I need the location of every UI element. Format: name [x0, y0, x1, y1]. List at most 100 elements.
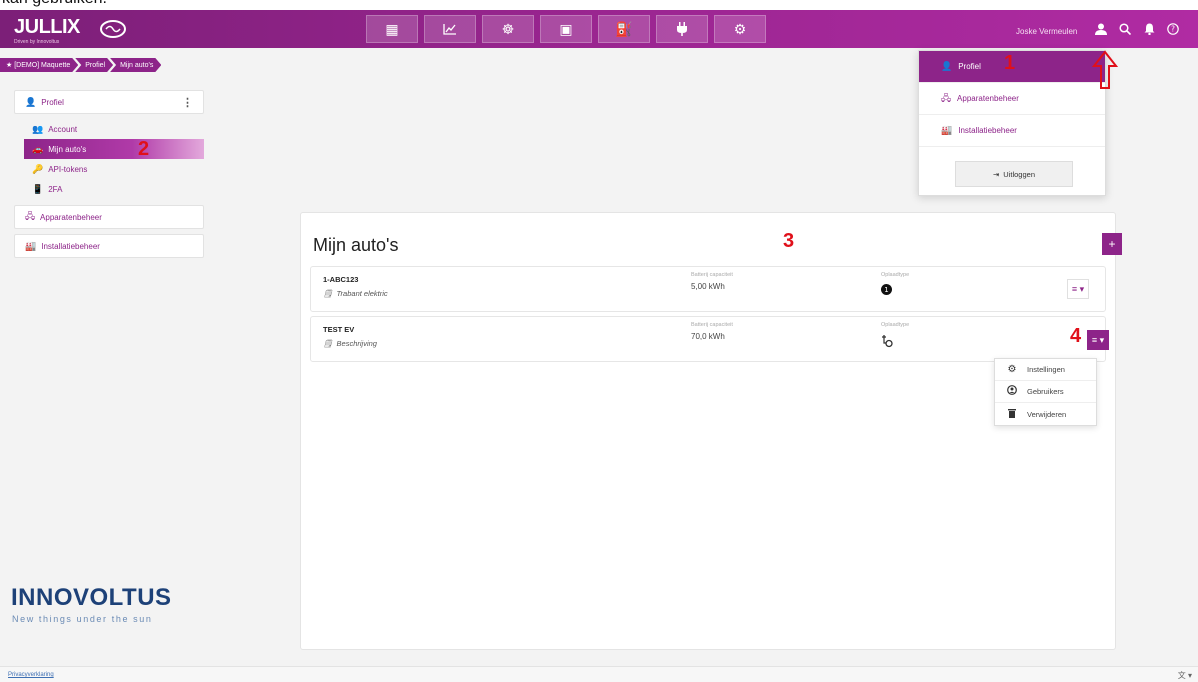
car-name: TEST EV [323, 325, 355, 334]
capacity-label: Batterij capaciteit [691, 322, 733, 328]
nav-fuel-button[interactable]: ⛽ [598, 15, 650, 43]
menu-item-verwijderen[interactable]: Verwijderen [995, 403, 1096, 425]
car-menu-button-active[interactable]: ≡ ▾ [1087, 330, 1109, 350]
menu-item-label: Verwijderen [1027, 409, 1067, 419]
top-icons: ? [1094, 21, 1180, 37]
app-logo[interactable]: JULLIX [14, 16, 80, 39]
logout-label: Uitloggen [1003, 169, 1035, 179]
annotation-arrow-icon [1092, 50, 1118, 89]
user-name[interactable]: Joske Vermeulen [1016, 27, 1077, 36]
sidebar-item-api-tokens[interactable]: 🔑 API-tokens [24, 159, 204, 179]
charge-type-2-icon [882, 335, 893, 348]
logout-button[interactable]: ⇥ Uitloggen [955, 161, 1073, 187]
nav-dashboard-button[interactable]: ▦ [366, 15, 418, 43]
brain-logo-icon [100, 20, 126, 38]
car-description-text: Trabant elektric [336, 289, 388, 298]
note-icon: 🗒 [323, 339, 333, 348]
brand-name: INNOVOLTUS [11, 584, 172, 611]
capacity-label: Batterij capaciteit [691, 272, 733, 278]
caption-strip: kan gebruiken. [0, 0, 1198, 10]
menu-item-label: Gebruikers [1027, 387, 1064, 396]
logout-icon: ⇥ [993, 169, 1000, 179]
user-cog-icon: 👤 [25, 96, 37, 107]
annotation-4: 4 [1070, 325, 1082, 347]
sidebar-item-label: Installatiebeheer [41, 241, 100, 251]
top-bar: JULLIX Driven by Innovoltus ▦ ☸ ▣ ⛽ ⚙ Jo… [0, 10, 1198, 48]
annotation-2: 2 [138, 138, 150, 160]
car-name: 1-ABC123 [323, 275, 359, 284]
devices-icon: 🖧 [25, 211, 36, 221]
help-icon[interactable]: ? [1166, 21, 1180, 37]
sidebar-item-2fa[interactable]: 📱 2FA [24, 179, 204, 199]
car-row: TEST EV 🗒 Beschrijving Batterij capacite… [310, 316, 1109, 362]
charge-type-1-icon: 1 [881, 284, 892, 295]
car-row: 1-ABC123 🗒 Trabant elektric Batterij cap… [310, 266, 1106, 312]
gear-icon: ⚙ [1007, 364, 1017, 375]
note-icon: 🗒 [323, 289, 333, 298]
breadcrumb-profiel[interactable]: Profiel [75, 58, 113, 72]
menu-item-label: Instellingen [1027, 365, 1065, 374]
chart-icon [443, 24, 456, 35]
menu-item-gebruikers[interactable]: Gebruikers [995, 381, 1096, 403]
menu-item-label: Profiel [958, 62, 981, 71]
nav-money-button[interactable]: ▣ [540, 15, 592, 43]
add-car-button[interactable]: + [1102, 233, 1122, 255]
privacy-link[interactable]: Privacyverklaring [8, 672, 54, 678]
installation-icon: 🏭 [941, 125, 953, 135]
app-logo-subtitle: Driven by Innovoltus [14, 39, 60, 45]
annotation-3: 3 [783, 230, 795, 252]
sidebar-item-apparatenbeheer[interactable]: 🖧 Apparatenbeheer [14, 205, 204, 229]
page-title: Mijn auto's [313, 235, 399, 255]
nav-chart-button[interactable] [424, 15, 476, 43]
charge-type-label: Oplaadtype [881, 272, 910, 278]
gear-icon: ⚙ [733, 20, 747, 37]
bell-icon[interactable] [1142, 21, 1156, 37]
sidebar-item-label: 2FA [48, 184, 63, 194]
sidebar-item-label: Account [48, 124, 78, 134]
sidebar-item-installatiebeheer[interactable]: 🏭 Installatiebeheer [14, 234, 204, 258]
phone-icon: 📱 [32, 183, 44, 194]
user-cog-icon: 👤 [941, 61, 953, 71]
users-icon: 👥 [32, 123, 44, 134]
sidebar-item-label: Apparatenbeheer [40, 212, 102, 222]
svg-text:?: ? [1171, 25, 1175, 34]
plug-icon [677, 22, 687, 36]
nav-brain-button[interactable]: ☸ [482, 15, 534, 43]
brain-icon: ☸ [501, 20, 515, 37]
footer: Privacyverklaring 文 ▾ [0, 666, 1198, 682]
language-selector[interactable]: 文 ▾ [1178, 670, 1192, 681]
user-icon[interactable] [1094, 21, 1108, 37]
kebab-menu-icon[interactable]: ⋮ [182, 96, 193, 109]
car-description: 🗒 Beschrijving [323, 339, 377, 348]
trash-icon [1005, 408, 1019, 421]
sidebar: 👤 Profiel ⋮ 👥 Account 🚗 Mijn auto's 🔑 AP… [14, 90, 204, 263]
nav-settings-button[interactable]: ⚙ [714, 15, 766, 43]
dashboard-icon: ▦ [385, 20, 399, 37]
main-nav: ▦ ☸ ▣ ⛽ ⚙ [366, 15, 766, 43]
menu-item-apparatenbeheer[interactable]: 🖧 Apparatenbeheer [919, 83, 1105, 115]
menu-item-instellingen[interactable]: ⚙ Instellingen [995, 359, 1096, 381]
search-icon[interactable] [1118, 21, 1132, 37]
sidebar-item-account[interactable]: 👥 Account [24, 119, 204, 139]
devices-icon: 🖧 [941, 92, 952, 103]
car-menu-button[interactable]: ≡ ▾ [1067, 279, 1089, 299]
car-action-menu: ⚙ Instellingen Gebruikers Verwijderen [994, 358, 1097, 426]
brand-tagline: New things under the sun [12, 614, 153, 624]
breadcrumb-mijn-autos[interactable]: Mijn auto's [110, 58, 161, 72]
nav-plug-button[interactable] [656, 15, 708, 43]
sidebar-item-mijn-autos[interactable]: 🚗 Mijn auto's [24, 139, 204, 159]
sidebar-item-profiel[interactable]: 👤 Profiel ⋮ [14, 90, 204, 114]
menu-item-label: Installatiebeheer [958, 126, 1017, 135]
breadcrumb-demo[interactable]: ★ [DEMO] Maquette [0, 58, 78, 72]
svg-text:1: 1 [884, 286, 888, 294]
capacity-value: 70,0 kWh [691, 332, 725, 341]
car-description-text: Beschrijving [336, 339, 377, 348]
user-circle-icon [1005, 385, 1019, 398]
annotation-1: 1 [1004, 52, 1016, 74]
menu-item-installatiebeheer[interactable]: 🏭 Installatiebeheer [919, 115, 1105, 147]
fuel-icon: ⛽ [615, 20, 633, 37]
installation-icon: 🏭 [25, 240, 37, 251]
sidebar-sub-items: 👥 Account 🚗 Mijn auto's 🔑 API-tokens 📱 2… [14, 119, 204, 199]
charge-type-label: Oplaadtype [881, 322, 910, 328]
key-icon: 🔑 [32, 163, 44, 174]
